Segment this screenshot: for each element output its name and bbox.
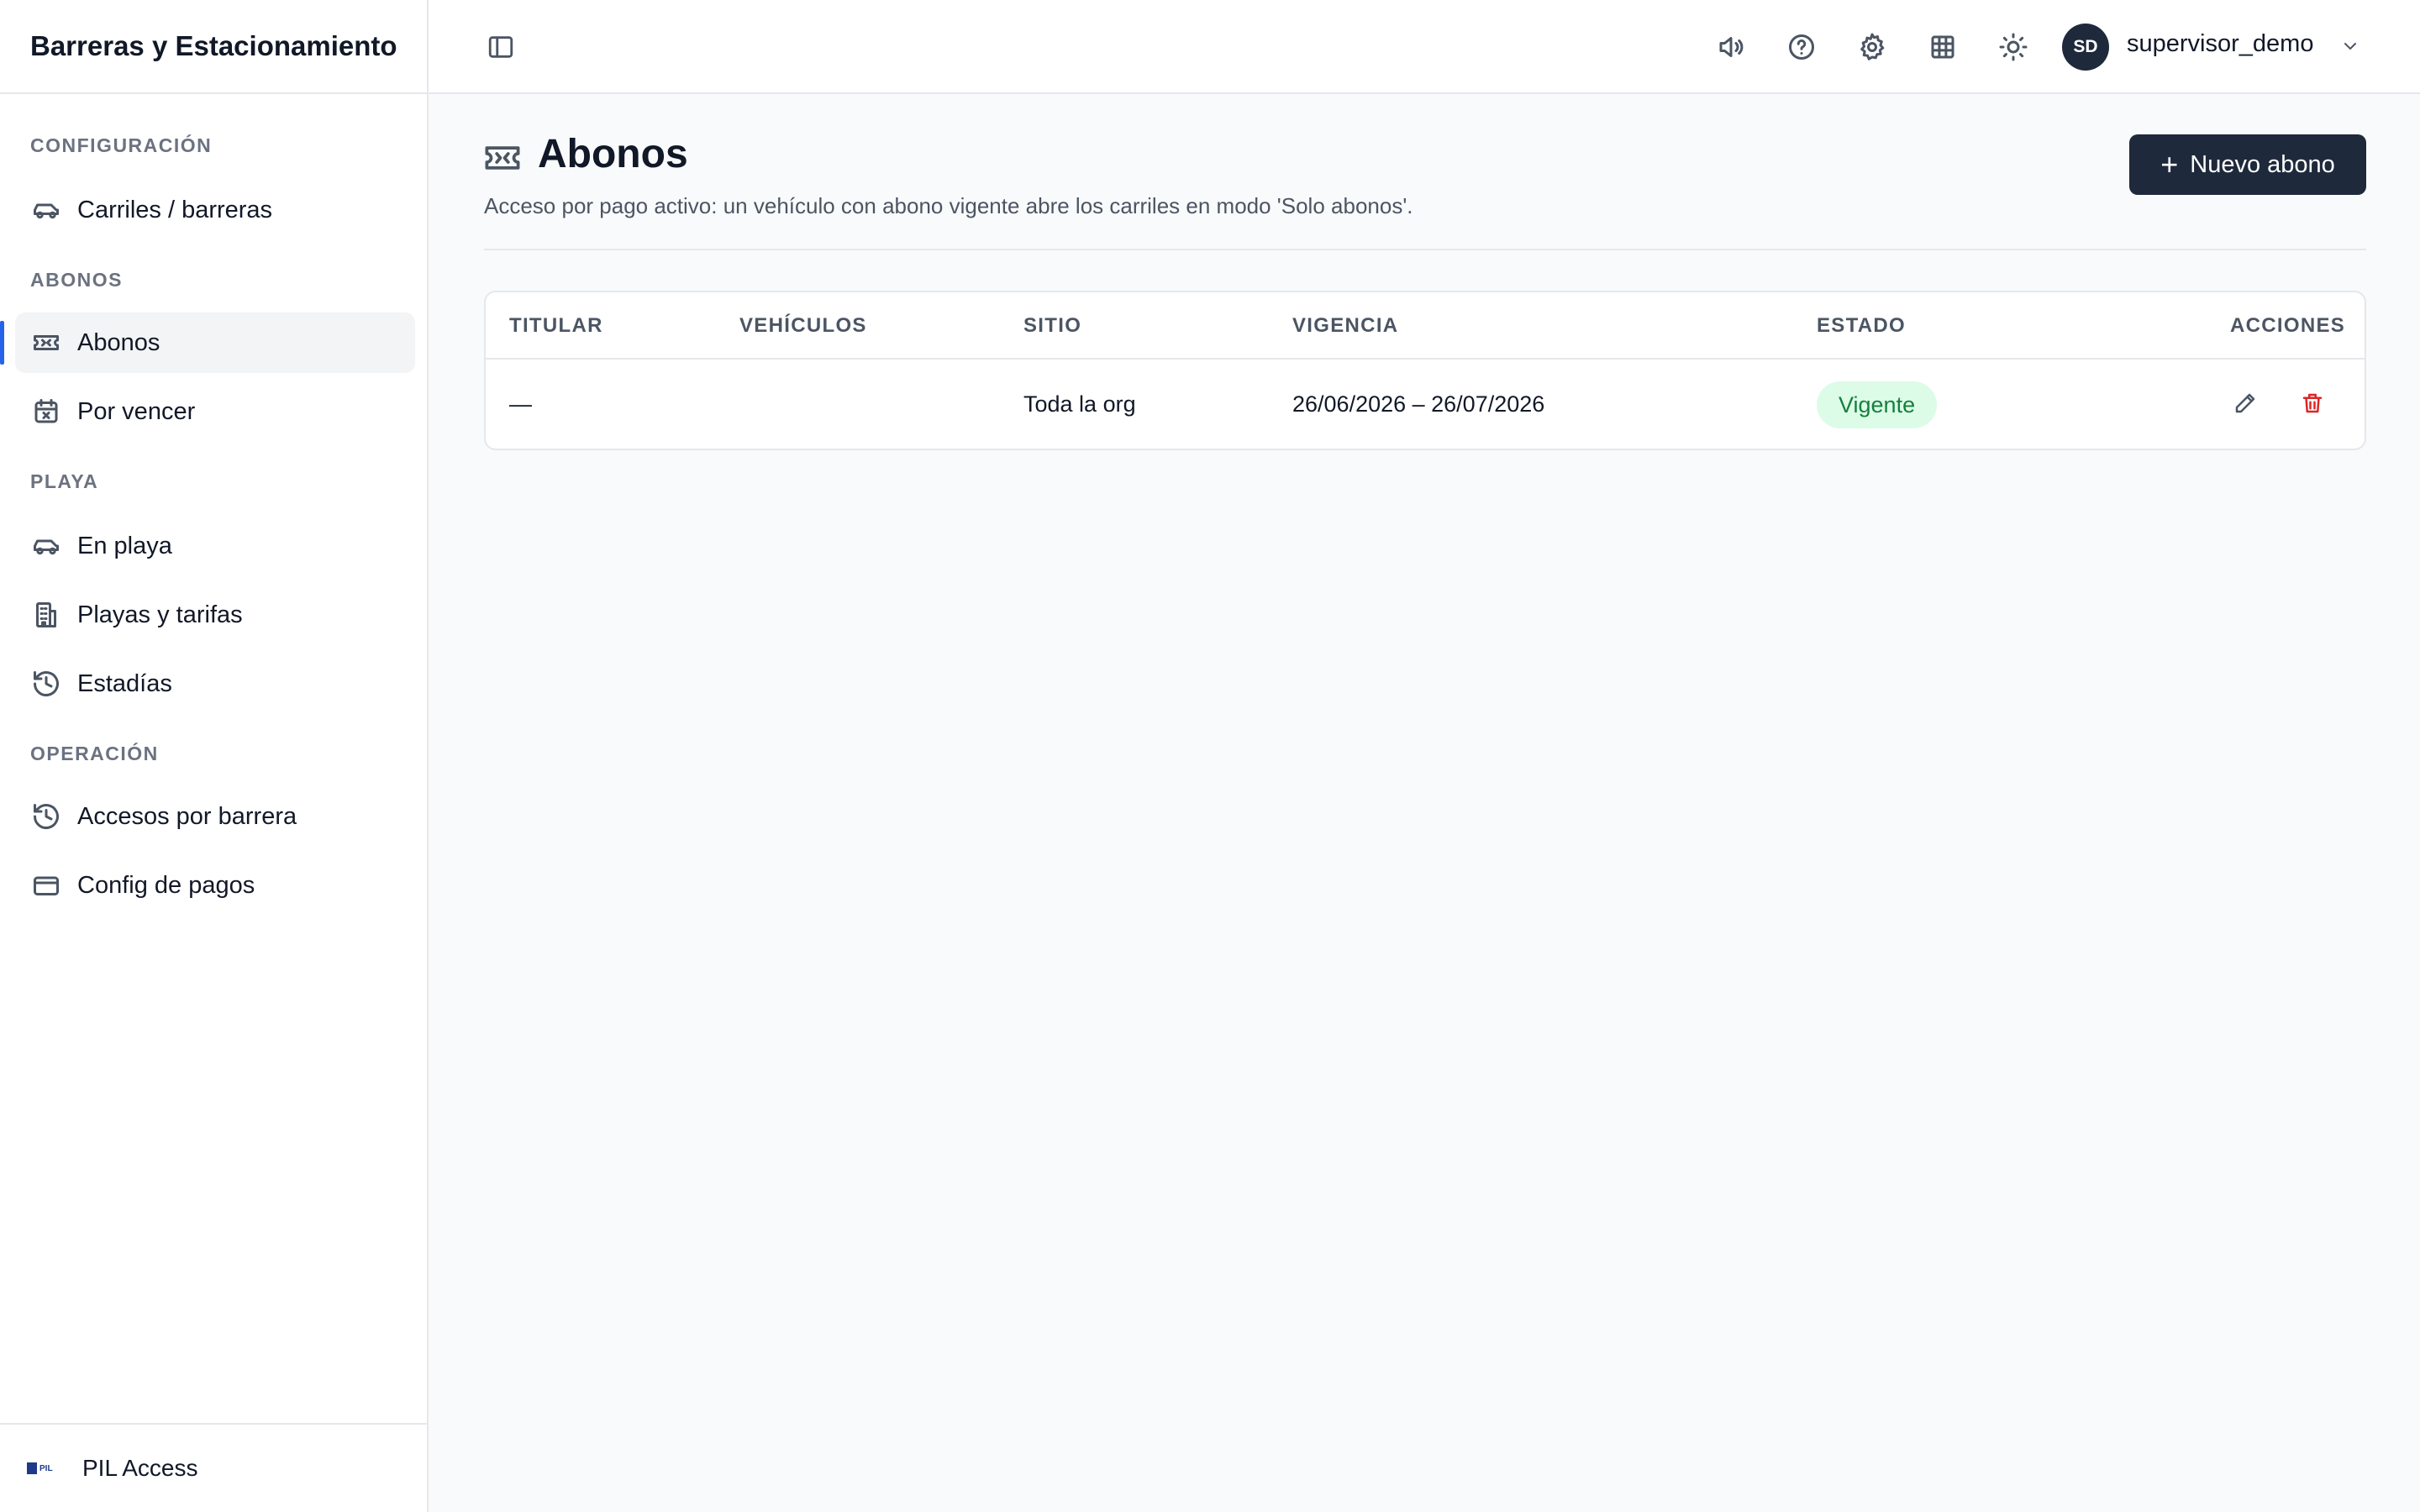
column-header-acciones: Acciones bbox=[2230, 314, 2346, 337]
help-icon[interactable] bbox=[1783, 29, 1820, 66]
section-title-abonos: Abonos bbox=[30, 269, 123, 291]
sidebar-item-carriles[interactable]: Carriles / barreras bbox=[15, 180, 415, 240]
sidebar-footer: PIL PIL Access bbox=[0, 1423, 427, 1512]
column-header-titular[interactable]: Titular bbox=[509, 314, 603, 338]
sidebar-toggle-icon[interactable] bbox=[484, 30, 518, 64]
settings-icon[interactable] bbox=[1854, 29, 1891, 66]
pil-logo: PIL bbox=[27, 1459, 57, 1478]
column-header-vigencia[interactable]: Vigencia bbox=[1292, 314, 1398, 338]
sidebar-item-label: Config de pagos bbox=[77, 871, 255, 899]
sidebar-item-por-vencer[interactable]: Por vencer bbox=[15, 381, 415, 442]
header-row-divider bbox=[486, 358, 2365, 360]
sidebar-item-en-playa[interactable]: En playa bbox=[15, 516, 415, 576]
header-divider bbox=[484, 249, 2366, 250]
cell-titular: — bbox=[509, 391, 532, 417]
section-title-operacion: Operación bbox=[30, 743, 159, 764]
cell-sitio: Toda la org bbox=[1023, 391, 1136, 417]
sidebar-item-accesos[interactable]: Accesos por barrera bbox=[15, 786, 415, 847]
building-icon bbox=[30, 599, 62, 631]
sidebar-item-label: Playas y tarifas bbox=[77, 601, 243, 628]
abonos-table: Titular Vehículos Sitio Vigencia Estado … bbox=[484, 291, 2366, 450]
volume-icon[interactable] bbox=[1712, 29, 1749, 66]
new-abono-button[interactable]: + Nuevo abono bbox=[2129, 134, 2366, 195]
new-abono-label: Nuevo abono bbox=[2190, 150, 2335, 178]
cell-vigencia: 26/06/2026 – 26/07/2026 bbox=[1292, 391, 1545, 417]
calendar-x-icon bbox=[30, 396, 62, 428]
page-title: Abonos bbox=[538, 132, 688, 176]
app-title: Barreras y Estacionamiento bbox=[0, 0, 427, 94]
section-title-configuracion: Configuración bbox=[30, 134, 213, 156]
ticket-icon bbox=[30, 327, 62, 359]
page-subtitle: Acceso por pago activo: un vehículo con … bbox=[484, 193, 1413, 218]
column-header-estado[interactable]: Estado bbox=[1817, 314, 1906, 338]
edit-icon[interactable] bbox=[2228, 386, 2262, 420]
sidebar-item-label: Abonos bbox=[77, 328, 160, 356]
ticket-icon bbox=[484, 143, 521, 173]
sidebar-item-playas-tarifas[interactable]: Playas y tarifas bbox=[15, 585, 415, 645]
avatar[interactable]: SD bbox=[2062, 24, 2109, 71]
car-icon bbox=[30, 194, 62, 226]
sidebar-item-label: En playa bbox=[77, 532, 172, 559]
top-bar: SD supervisor_demo bbox=[429, 0, 2420, 94]
section-title-playa: Playa bbox=[30, 470, 99, 492]
sidebar-item-label: Carriles / barreras bbox=[77, 196, 273, 223]
chevron-down-icon[interactable] bbox=[2338, 34, 2363, 59]
sidebar-item-estadias[interactable]: Estadías bbox=[15, 654, 415, 714]
sun-icon[interactable] bbox=[1995, 29, 2032, 66]
plus-icon: + bbox=[2160, 147, 2179, 181]
history-icon bbox=[30, 668, 62, 700]
grid-icon[interactable] bbox=[1924, 29, 1961, 66]
trash-icon[interactable] bbox=[2296, 386, 2329, 420]
credit-card-icon bbox=[30, 869, 62, 901]
sidebar-item-label: Estadías bbox=[77, 669, 172, 697]
history-icon bbox=[30, 801, 62, 832]
sidebar-item-config-pagos[interactable]: Config de pagos bbox=[15, 855, 415, 916]
car-icon bbox=[30, 530, 62, 562]
footer-label: PIL Access bbox=[82, 1455, 198, 1481]
status-badge: Vigente bbox=[1817, 381, 1938, 428]
sidebar: Barreras y Estacionamiento Configuración… bbox=[0, 0, 429, 1512]
sidebar-item-abonos[interactable]: Abonos bbox=[0, 312, 415, 373]
sidebar-item-label: Por vencer bbox=[77, 397, 196, 425]
username[interactable]: supervisor_demo bbox=[2127, 30, 2313, 58]
sidebar-item-label: Accesos por barrera bbox=[77, 802, 297, 830]
column-header-sitio[interactable]: Sitio bbox=[1023, 314, 1081, 338]
column-header-vehiculos[interactable]: Vehículos bbox=[739, 314, 867, 338]
